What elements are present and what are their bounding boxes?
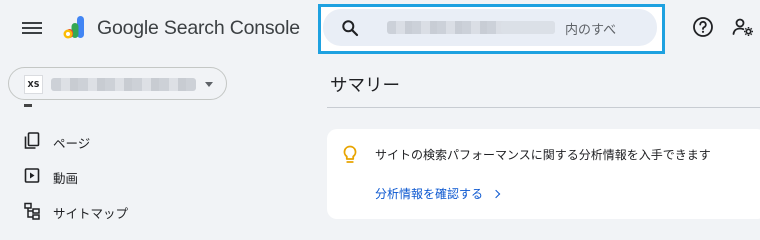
insights-card: サイトの検索パフォーマンスに関する分析情報を入手できます 分析情報を確認する xyxy=(327,129,760,219)
top-app-bar: Google Search Console 内のすべ xyxy=(0,0,760,58)
sitemap-icon xyxy=(24,202,40,220)
product-name: Google Search Console xyxy=(97,17,300,39)
redacted-url-text-end xyxy=(501,21,555,34)
manage-account-icon[interactable] xyxy=(732,16,754,38)
sidebar-item-label: 動画 xyxy=(53,171,79,186)
sidebar-item-sitemap[interactable]: サイトマップ xyxy=(0,195,300,227)
chevron-right-icon xyxy=(491,189,501,199)
title-divider xyxy=(327,107,760,108)
search-placeholder-suffix: 内のすべ xyxy=(565,23,617,38)
video-icon xyxy=(24,168,40,183)
sidebar-item-label: ページ xyxy=(53,136,91,151)
pages-icon xyxy=(24,132,40,149)
view-insights-link[interactable]: 分析情報を確認する xyxy=(375,185,501,202)
insights-description: サイトの検索パフォーマンスに関する分析情報を入手できます xyxy=(375,148,711,162)
property-favicon-badge: XS xyxy=(24,75,43,94)
help-icon[interactable] xyxy=(692,16,714,38)
view-insights-label: 分析情報を確認する xyxy=(375,187,484,201)
page-title: サマリー xyxy=(330,76,400,96)
sidebar-item-partially-hidden xyxy=(24,104,224,114)
redacted-property-name xyxy=(51,78,196,91)
search-console-logo-icon xyxy=(63,16,84,39)
search-icon xyxy=(342,20,359,37)
sidebar-item-label: サイトマップ xyxy=(53,206,129,221)
url-inspection-search-input[interactable]: 内のすべ xyxy=(323,9,657,46)
lightbulb-icon xyxy=(343,145,357,163)
hamburger-menu-icon[interactable] xyxy=(20,18,44,40)
sidebar-item-pages[interactable]: ページ xyxy=(0,125,300,157)
property-selector[interactable]: XS xyxy=(8,67,227,100)
caret-down-icon xyxy=(205,82,213,87)
sidebar-item-video[interactable]: 動画 xyxy=(0,160,300,192)
cut-off-icon xyxy=(24,104,32,107)
